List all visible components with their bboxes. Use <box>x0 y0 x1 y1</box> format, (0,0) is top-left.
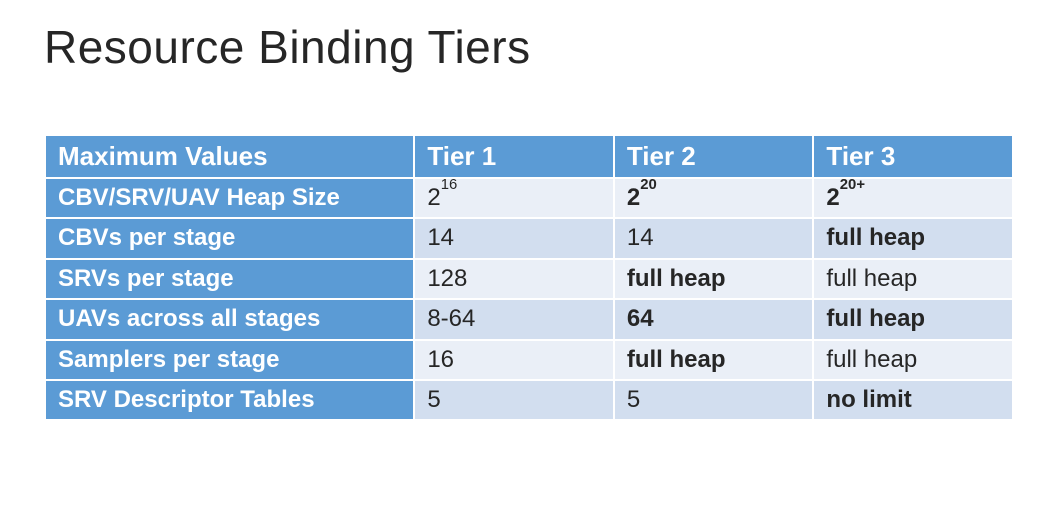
cell-tier3: full heap <box>813 299 1013 339</box>
cell-tier2: 14 <box>614 218 814 258</box>
row-label: SRV Descriptor Tables <box>45 380 414 420</box>
cell-tier2: 220 <box>614 178 814 218</box>
row-label: SRVs per stage <box>45 259 414 299</box>
table-row: CBV/SRV/UAV Heap Size216220220+ <box>45 178 1013 218</box>
cell-tier1: 5 <box>414 380 614 420</box>
cell-tier1: 128 <box>414 259 614 299</box>
cell-tier1: 16 <box>414 340 614 380</box>
table-header-row: Maximum Values Tier 1 Tier 2 Tier 3 <box>45 135 1013 178</box>
table-row: SRV Descriptor Tables55no limit <box>45 380 1013 420</box>
cell-tier1: 14 <box>414 218 614 258</box>
cell-tier3: 220+ <box>813 178 1013 218</box>
cell-tier3: full heap <box>813 340 1013 380</box>
page-title: Resource Binding Tiers <box>44 20 1016 74</box>
table-row: UAVs across all stages8-6464full heap <box>45 299 1013 339</box>
table-row: CBVs per stage1414full heap <box>45 218 1013 258</box>
row-label: UAVs across all stages <box>45 299 414 339</box>
row-label: Samplers per stage <box>45 340 414 380</box>
table-body: CBV/SRV/UAV Heap Size216220220+CBVs per … <box>45 178 1013 420</box>
cell-tier1: 216 <box>414 178 614 218</box>
cell-tier2: full heap <box>614 259 814 299</box>
col-header-tier2: Tier 2 <box>614 135 814 178</box>
row-label: CBV/SRV/UAV Heap Size <box>45 178 414 218</box>
cell-tier2: 64 <box>614 299 814 339</box>
col-header-label: Maximum Values <box>45 135 414 178</box>
cell-tier3: full heap <box>813 259 1013 299</box>
cell-tier2: full heap <box>614 340 814 380</box>
cell-tier2: 5 <box>614 380 814 420</box>
tiers-table: Maximum Values Tier 1 Tier 2 Tier 3 CBV/… <box>44 134 1014 421</box>
cell-tier1: 8-64 <box>414 299 614 339</box>
cell-tier3: full heap <box>813 218 1013 258</box>
row-label: CBVs per stage <box>45 218 414 258</box>
table-row: SRVs per stage128full heapfull heap <box>45 259 1013 299</box>
col-header-tier1: Tier 1 <box>414 135 614 178</box>
table-row: Samplers per stage16full heapfull heap <box>45 340 1013 380</box>
cell-tier3: no limit <box>813 380 1013 420</box>
slide: Resource Binding Tiers Maximum Values Ti… <box>0 0 1058 461</box>
col-header-tier3: Tier 3 <box>813 135 1013 178</box>
